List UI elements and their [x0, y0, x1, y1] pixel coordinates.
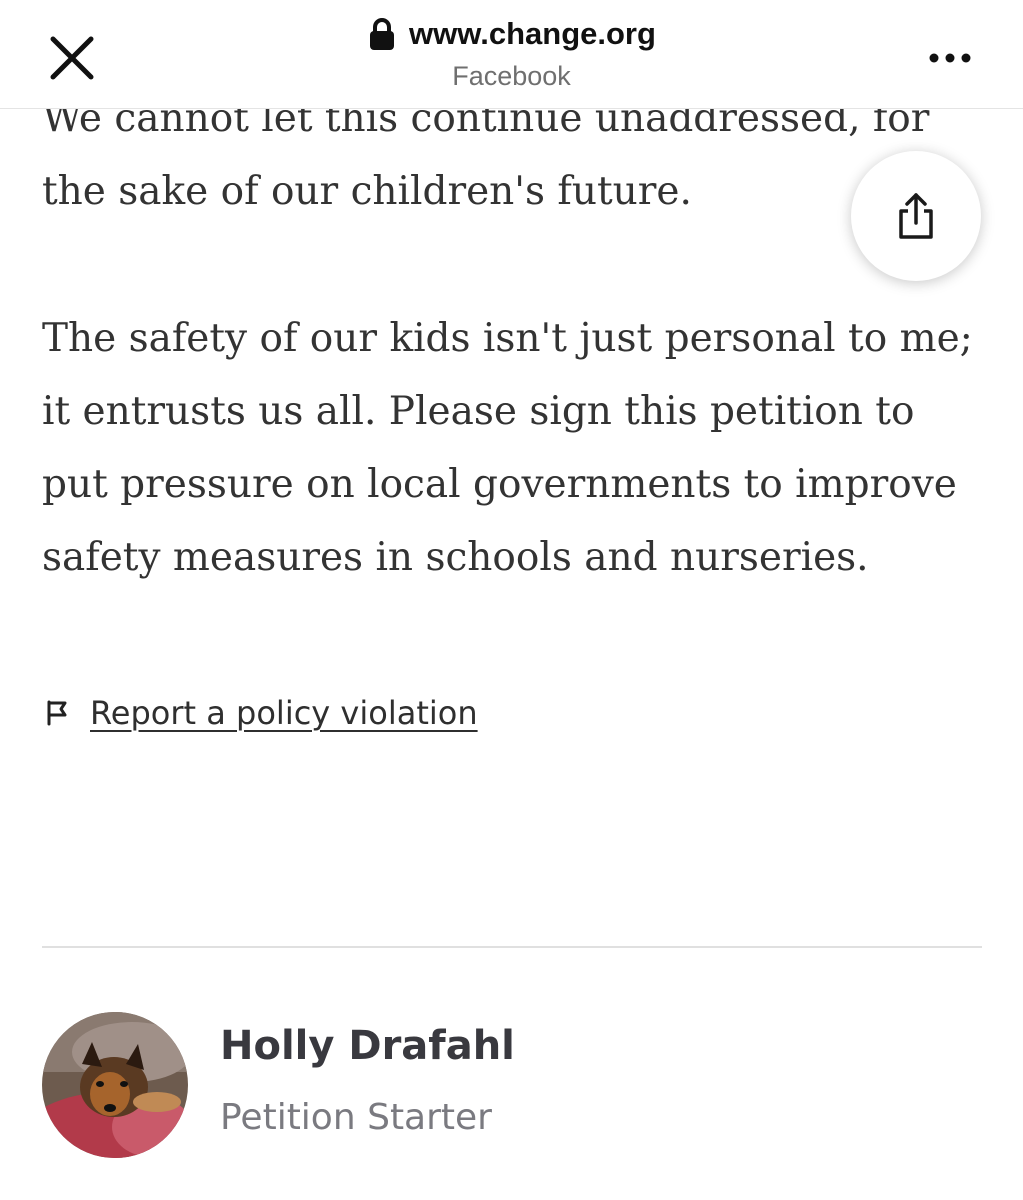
description-paragraph: The safety of our kids isn't just person… — [42, 316, 973, 580]
share-button[interactable] — [851, 151, 981, 281]
starter-name[interactable]: Holly Drafahl — [220, 1020, 515, 1072]
lock-icon — [367, 17, 397, 51]
report-policy-violation-link[interactable]: Report a policy violation — [46, 694, 478, 732]
more-options-button[interactable] — [924, 44, 976, 72]
avatar[interactable] — [42, 1012, 188, 1158]
share-icon — [899, 193, 933, 239]
address-bar[interactable]: www.change.org Facebook — [0, 14, 1023, 94]
report-label: Report a policy violation — [90, 694, 478, 732]
url-text: www.change.org — [409, 16, 656, 51]
referrer-label: Facebook — [452, 61, 571, 91]
more-options-icon — [929, 53, 971, 63]
browser-toolbar: www.change.org Facebook — [0, 0, 1023, 109]
flag-icon — [47, 700, 67, 726]
section-divider — [42, 946, 982, 948]
starter-role: Petition Starter — [220, 1097, 492, 1138]
